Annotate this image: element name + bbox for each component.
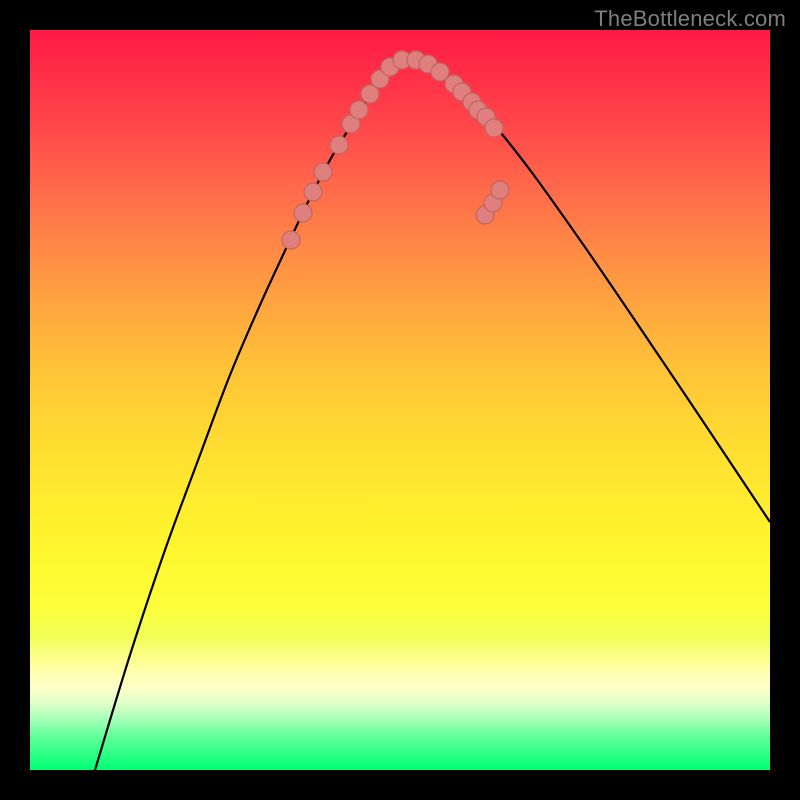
data-marker — [314, 163, 332, 181]
data-marker — [282, 231, 300, 249]
data-marker — [330, 136, 348, 154]
chart-area — [30, 30, 770, 770]
data-marker — [491, 181, 509, 199]
data-marker — [485, 119, 503, 137]
data-marker — [304, 183, 322, 201]
data-marker — [294, 204, 312, 222]
bottleneck-curve — [95, 59, 770, 770]
data-markers — [282, 51, 509, 249]
data-marker — [350, 101, 368, 119]
watermark-text: TheBottleneck.com — [594, 6, 786, 32]
chart-svg — [30, 30, 770, 770]
